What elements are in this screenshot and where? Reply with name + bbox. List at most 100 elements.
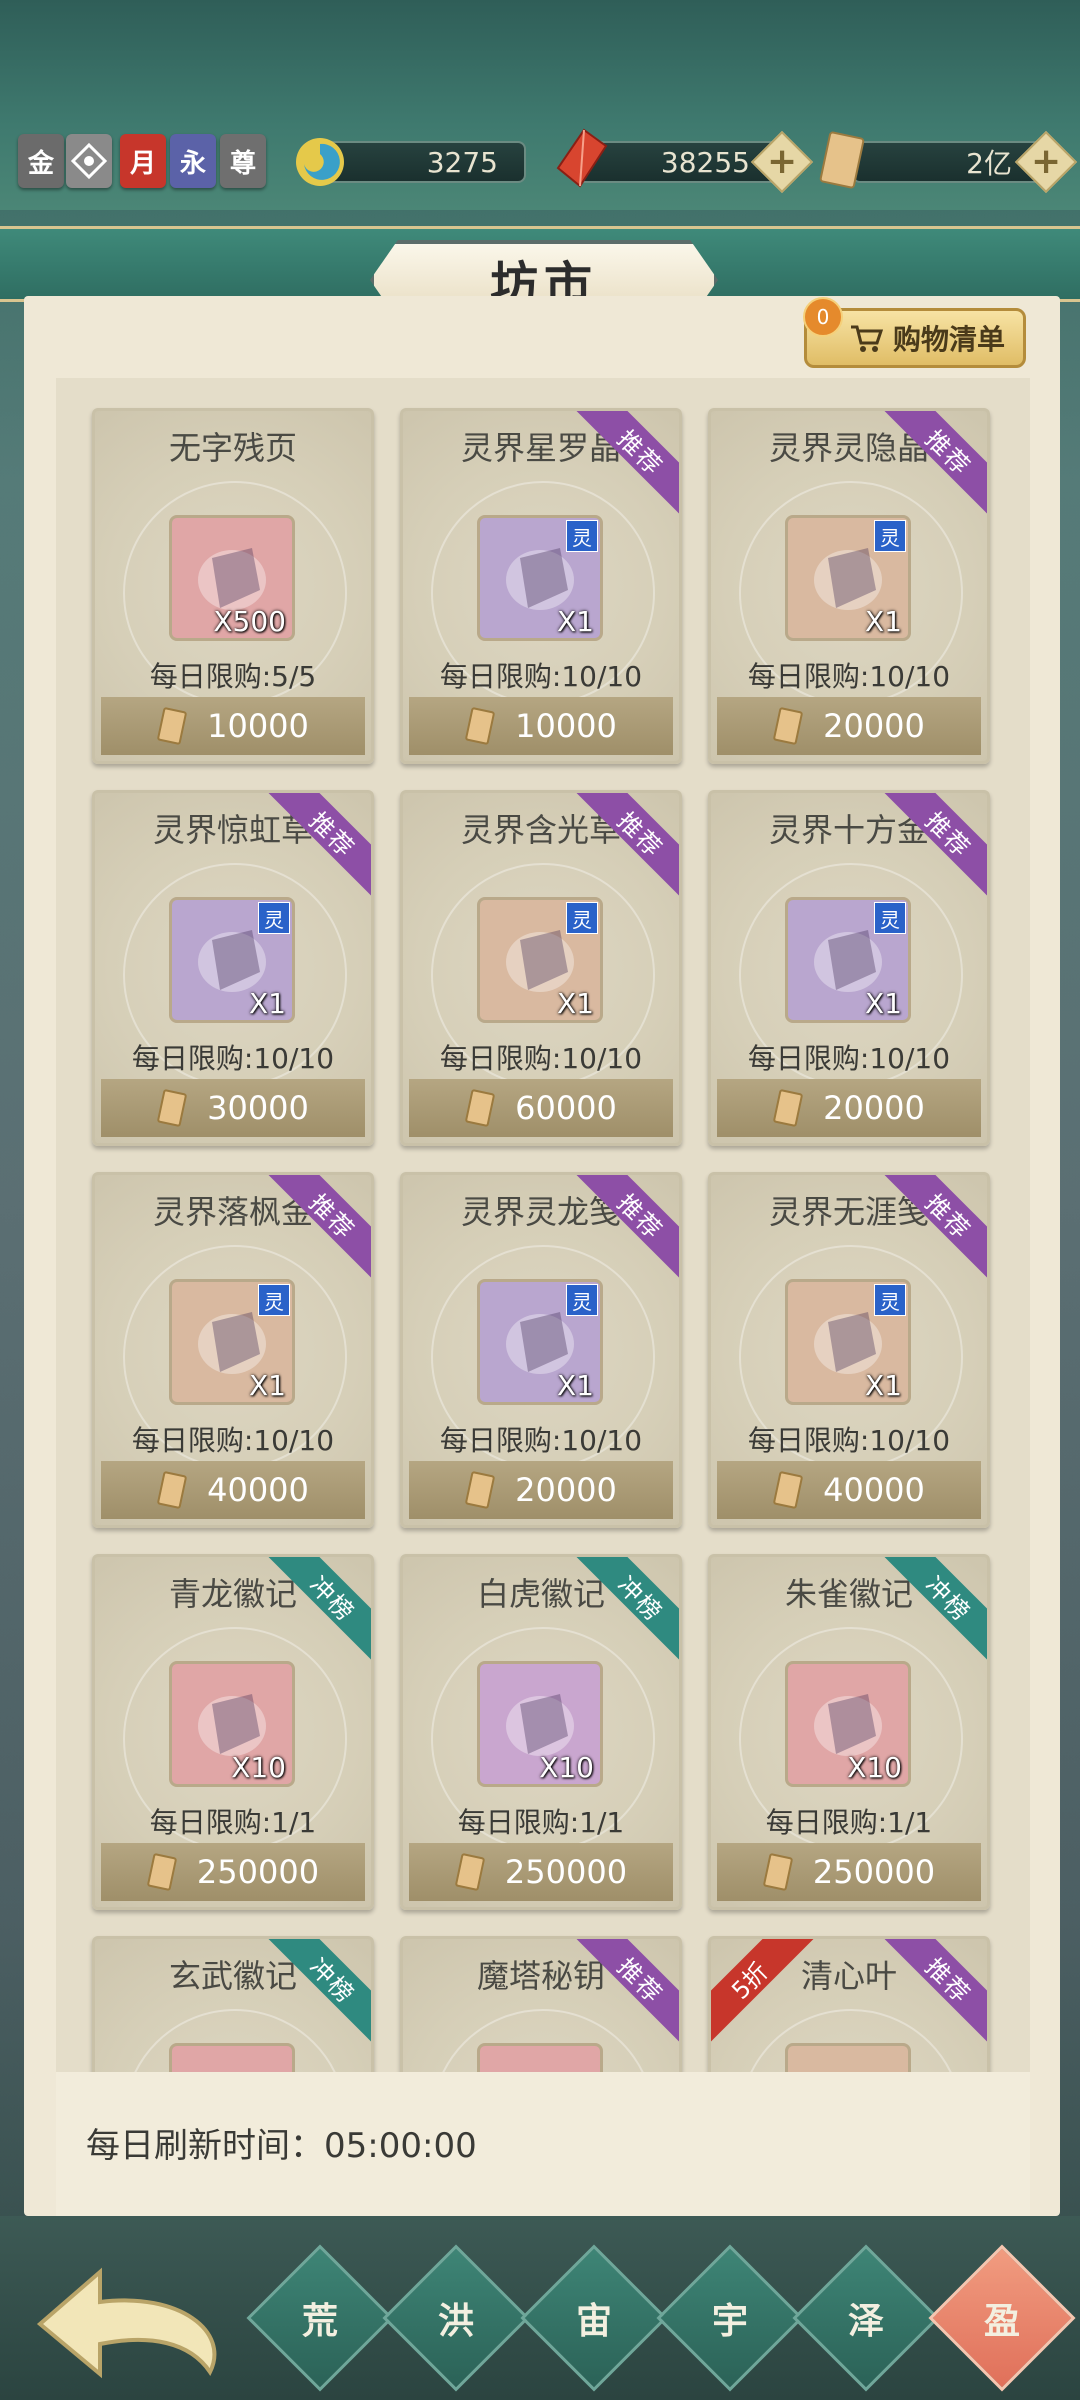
buy-button[interactable]: 60000 bbox=[409, 1079, 673, 1137]
item-quantity: X1 bbox=[865, 1369, 902, 1402]
scroll-token-icon bbox=[773, 707, 803, 745]
buy-button[interactable]: 10000 bbox=[101, 697, 365, 755]
crystal-amount: 38255 bbox=[660, 145, 750, 179]
item-icon[interactable]: X10 bbox=[169, 1661, 295, 1787]
shopping-list-label: 购物清单 bbox=[892, 323, 1005, 356]
item-price: 250000 bbox=[504, 1853, 628, 1891]
scroll-token-icon bbox=[147, 1853, 177, 1891]
shop-item-card[interactable]: 朱雀徽记 冲榜 X10 每日限购:1/1 250000 bbox=[708, 1554, 990, 1910]
item-icon[interactable] bbox=[169, 2043, 295, 2072]
item-icon[interactable] bbox=[477, 2043, 603, 2072]
daily-limit: 每日限购:10/10 bbox=[747, 660, 951, 693]
daily-limit: 每日限购:5/5 bbox=[149, 660, 317, 693]
item-icon[interactable]: 灵 X1 bbox=[785, 1279, 911, 1405]
shop-item-card[interactable]: 灵界含光草 推荐灵 X1 每日限购:10/10 60000 bbox=[400, 790, 682, 1146]
shop-item-card[interactable]: 魔塔秘钥 推荐 bbox=[400, 1936, 682, 2072]
item-price: 40000 bbox=[823, 1471, 925, 1509]
item-price: 60000 bbox=[515, 1089, 617, 1127]
item-icon[interactable]: 灵 X1 bbox=[785, 515, 911, 641]
item-icon[interactable]: X10 bbox=[477, 1661, 603, 1787]
shop-item-card[interactable]: 无字残页 X500 每日限购:5/5 10000 bbox=[92, 408, 374, 764]
item-quantity: X1 bbox=[557, 987, 594, 1020]
buy-button[interactable]: 20000 bbox=[717, 697, 981, 755]
spirit-tag: 灵 bbox=[566, 902, 598, 934]
shop-item-card[interactable]: 白虎徽记 冲榜 X10 每日限购:1/1 250000 bbox=[400, 1554, 682, 1910]
buy-button[interactable]: 40000 bbox=[717, 1461, 981, 1519]
item-quantity: X1 bbox=[865, 987, 902, 1020]
vip-badge-gold[interactable]: 金 bbox=[18, 134, 64, 188]
item-price: 250000 bbox=[812, 1853, 936, 1891]
item-price: 40000 bbox=[207, 1471, 309, 1509]
tab-label: 宙 bbox=[575, 2300, 613, 2342]
item-price: 20000 bbox=[823, 1089, 925, 1127]
emblem-icon bbox=[71, 143, 107, 179]
shop-item-card[interactable]: 灵界灵隐晶 推荐灵 X1 每日限购:10/10 20000 bbox=[708, 408, 990, 764]
daily-limit: 每日限购:10/10 bbox=[131, 1042, 335, 1075]
item-artwork bbox=[480, 2046, 600, 2072]
item-icon[interactable]: 灵 X1 bbox=[477, 515, 603, 641]
shopping-list-button[interactable]: 0 购物清单 bbox=[803, 297, 1026, 368]
buy-button[interactable]: 250000 bbox=[101, 1843, 365, 1901]
item-grid: 无字残页 X500 每日限购:5/5 10000 灵界星罗晶 推荐灵 X1 每日限购:10/1… bbox=[56, 378, 1030, 2072]
item-artwork bbox=[788, 2046, 908, 2072]
spirit-tag: 灵 bbox=[566, 520, 598, 552]
item-quantity: X10 bbox=[539, 1751, 594, 1784]
item-icon[interactable]: 灵 X1 bbox=[169, 897, 295, 1023]
daily-limit: 每日限购:10/10 bbox=[439, 660, 643, 693]
item-quantity: X1 bbox=[557, 605, 594, 638]
jade-swirl-icon bbox=[292, 134, 348, 190]
shop-item-card[interactable]: 青龙徽记 冲榜 X10 每日限购:1/1 250000 bbox=[92, 1554, 374, 1910]
shop-item-card[interactable]: 灵界星罗晶 推荐灵 X1 每日限购:10/10 10000 bbox=[400, 408, 682, 764]
tab-label: 洪 bbox=[437, 2300, 475, 2342]
buy-button[interactable]: 20000 bbox=[409, 1461, 673, 1519]
spirit-tag: 灵 bbox=[258, 902, 290, 934]
vip-badge-forever[interactable]: 永 bbox=[170, 134, 216, 188]
item-icon[interactable]: X500 bbox=[169, 515, 295, 641]
shop-item-card[interactable]: 玄武徽记 冲榜 bbox=[92, 1936, 374, 2072]
item-quantity: X1 bbox=[557, 1369, 594, 1402]
item-icon[interactable]: 灵 X1 bbox=[169, 1279, 295, 1405]
buy-button[interactable]: 250000 bbox=[409, 1843, 673, 1901]
shop-item-card[interactable]: 灵界十方金 推荐灵 X1 每日限购:10/10 20000 bbox=[708, 790, 990, 1146]
shop-item-card[interactable]: 灵界无涯笺 推荐灵 X1 每日限购:10/10 40000 bbox=[708, 1172, 990, 1528]
item-icon[interactable] bbox=[785, 2043, 911, 2072]
shop-item-card[interactable]: 灵界落枫金 推荐灵 X1 每日限购:10/10 40000 bbox=[92, 1172, 374, 1528]
item-price: 10000 bbox=[515, 707, 617, 745]
buy-button[interactable]: 10000 bbox=[409, 697, 673, 755]
back-button[interactable] bbox=[30, 2262, 240, 2382]
item-name: 无字残页 bbox=[168, 429, 297, 467]
refresh-label: 每日刷新时间： bbox=[86, 2126, 324, 2166]
item-icon[interactable]: X10 bbox=[785, 1661, 911, 1787]
item-price: 250000 bbox=[196, 1853, 320, 1891]
shop-item-card[interactable]: 清心叶 推荐 5折 bbox=[708, 1936, 990, 2072]
item-artwork bbox=[172, 2046, 292, 2072]
item-icon[interactable]: 灵 X1 bbox=[477, 1279, 603, 1405]
item-price: 20000 bbox=[515, 1471, 617, 1509]
refresh-time: 05:00:00 bbox=[324, 2126, 477, 2166]
item-price: 20000 bbox=[823, 707, 925, 745]
buy-button[interactable]: 40000 bbox=[101, 1461, 365, 1519]
shop-item-card[interactable]: 灵界灵龙笺 推荐灵 X1 每日限购:10/10 20000 bbox=[400, 1172, 682, 1528]
tab-label: 荒 bbox=[301, 2300, 339, 2342]
buy-button[interactable]: 20000 bbox=[717, 1079, 981, 1137]
spirit-tag: 灵 bbox=[874, 902, 906, 934]
shop-item-card[interactable]: 灵界惊虹草 推荐灵 X1 每日限购:10/10 30000 bbox=[92, 790, 374, 1146]
buy-button[interactable]: 250000 bbox=[717, 1843, 981, 1901]
daily-limit: 每日限购:10/10 bbox=[747, 1042, 951, 1075]
vip-badge-supreme[interactable]: 尊 bbox=[220, 134, 266, 188]
vip-badge-month[interactable]: 月 bbox=[120, 134, 166, 188]
spirit-tag: 灵 bbox=[258, 1284, 290, 1316]
buy-button[interactable]: 30000 bbox=[101, 1079, 365, 1137]
scroll-token-icon bbox=[157, 1471, 187, 1509]
jade-amount: 3275 bbox=[426, 145, 498, 179]
scroll-token-icon bbox=[157, 707, 187, 745]
vip-badge-emblem[interactable] bbox=[66, 134, 112, 188]
daily-limit: 每日限购:10/10 bbox=[439, 1042, 643, 1075]
daily-limit: 每日限购:10/10 bbox=[747, 1424, 951, 1457]
back-arrow-icon bbox=[36, 2267, 217, 2379]
item-icon[interactable]: 灵 X1 bbox=[785, 897, 911, 1023]
item-icon[interactable]: 灵 X1 bbox=[477, 897, 603, 1023]
spirit-tag: 灵 bbox=[874, 520, 906, 552]
cart-icon bbox=[850, 325, 883, 352]
scroll-token-icon bbox=[814, 131, 870, 189]
